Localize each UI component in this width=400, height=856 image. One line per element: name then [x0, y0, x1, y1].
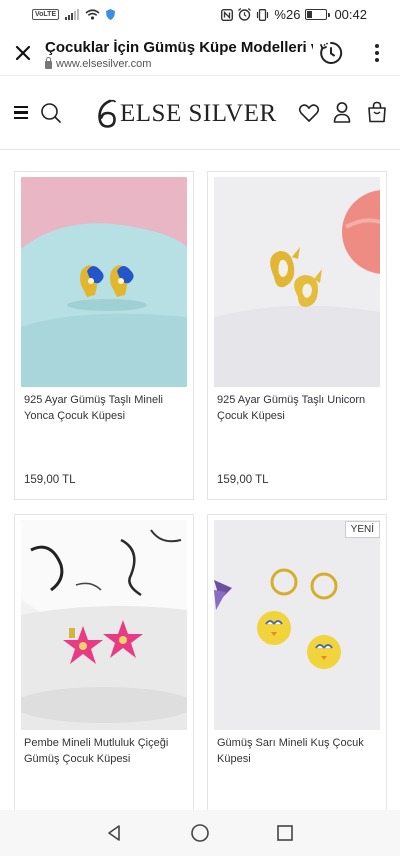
logo-mark-icon — [98, 99, 117, 128]
lock-icon — [45, 57, 52, 69]
battery-percent: %26 — [274, 7, 301, 22]
more-vert-icon[interactable] — [370, 42, 384, 64]
url-row[interactable]: www.elsesilver.com — [45, 57, 152, 70]
product-name[interactable]: Gümüş Sarı Mineli Kuş Çocuk Küpesi — [217, 735, 377, 767]
product-price: 159,00 TL — [24, 474, 76, 486]
page-title[interactable]: Çocuklar İçin Gümüş Küpe Modelleri ve — [45, 39, 313, 56]
product-image[interactable] — [21, 177, 187, 387]
system-nav-bar — [0, 810, 400, 856]
nfc-icon — [221, 8, 234, 21]
bag-icon[interactable] — [367, 101, 387, 123]
product-name[interactable]: Pembe Mineli Mutluluk Çiçeği Gümüş Çocuk… — [24, 735, 184, 767]
product-image[interactable] — [21, 520, 187, 730]
hamburger-icon[interactable] — [14, 106, 28, 119]
product-card[interactable]: YENİ Gümüş Sarı Mineli Kuş Çocuk Küpesi — [207, 514, 387, 814]
clock-icon[interactable] — [319, 41, 343, 65]
battery-icon — [305, 9, 331, 20]
browser-toolbar: Çocuklar İçin Gümüş Küpe Modelleri ve ww… — [0, 30, 400, 76]
new-badge: YENİ — [344, 521, 380, 538]
signal-icon — [65, 9, 80, 20]
vibrate-icon — [257, 8, 269, 21]
nav-recents-icon[interactable] — [276, 824, 294, 842]
clock-time: 00:42 — [334, 7, 367, 22]
product-card[interactable]: 925 Ayar Gümüş Taşlı Unicorn Çocuk Küpes… — [207, 171, 387, 500]
user-icon[interactable] — [333, 101, 351, 123]
logo-text: ELSE SILVER — [120, 100, 277, 127]
nav-back-icon[interactable] — [104, 823, 124, 843]
product-image[interactable] — [214, 520, 380, 730]
site-header: ELSE SILVER — [0, 76, 400, 150]
product-price: 159,00 TL — [217, 474, 269, 486]
status-left: VoLTE — [32, 9, 116, 20]
volte-indicator: VoLTE — [32, 9, 60, 20]
product-image[interactable] — [214, 177, 380, 387]
wifi-icon — [85, 9, 100, 20]
product-card[interactable]: Pembe Mineli Mutluluk Çiçeği Gümüş Çocuk… — [14, 514, 194, 814]
close-icon[interactable] — [12, 42, 34, 64]
status-right: %26 00:42 — [221, 7, 367, 22]
product-card[interactable]: 925 Ayar Gümüş Taşlı Mineli Yonca Çocuk … — [14, 171, 194, 500]
nav-home-icon[interactable] — [190, 823, 210, 843]
status-bar: VoLTE %26 00:42 — [0, 0, 400, 30]
alarm-icon — [238, 8, 252, 21]
product-name[interactable]: 925 Ayar Gümüş Taşlı Mineli Yonca Çocuk … — [24, 392, 184, 424]
shield-icon — [106, 9, 116, 20]
url-text: www.elsesilver.com — [56, 58, 152, 70]
heart-icon[interactable] — [298, 102, 320, 124]
product-name[interactable]: 925 Ayar Gümüş Taşlı Unicorn Çocuk Küpes… — [217, 392, 377, 424]
search-icon[interactable] — [40, 102, 62, 124]
site-logo[interactable]: ELSE SILVER — [96, 98, 277, 130]
